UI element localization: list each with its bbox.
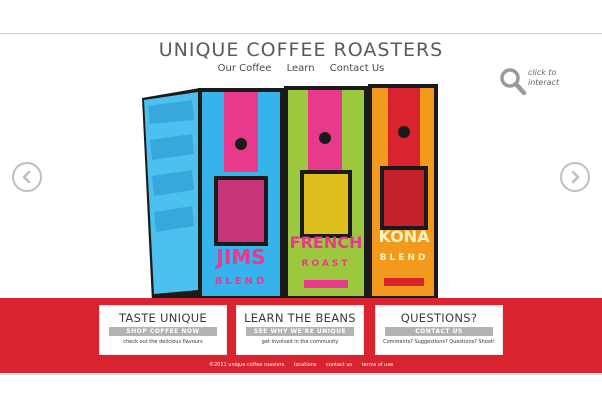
hero-product-image: JIMS BLEND FRENCH ROAST KONA BLEND (142, 84, 438, 302)
site-title: UNIQUE COFFEE ROASTERS (158, 39, 444, 61)
hint-line-1: click to (528, 68, 557, 77)
bottom-divider (0, 374, 602, 375)
carousel-next-button[interactable] (560, 162, 590, 192)
product-name-french: FRENCH (290, 233, 363, 252)
footer-link-contact[interactable]: contact us (326, 362, 352, 368)
kona-blend-box: KONA BLEND (368, 84, 438, 302)
nav-contact-us[interactable]: Contact Us (330, 63, 385, 74)
footer-link-terms[interactable]: terms of use (362, 362, 393, 368)
product-name-jims: JIMS (214, 245, 265, 269)
french-roast-box: FRENCH ROAST (284, 86, 368, 302)
product-sub-french: ROAST (302, 259, 351, 269)
card-subtitle: check out the delicious flavours (123, 339, 203, 345)
nav-learn[interactable]: Learn (287, 63, 315, 74)
card-title: TASTE UNIQUE (119, 311, 207, 325)
product-sub-kona: BLEND (380, 253, 429, 263)
footer-link-locations[interactable]: locations (294, 362, 316, 368)
card-subtitle: Comments? Suggestions? Questions? Shoot! (383, 339, 495, 345)
product-sub-jims: BLEND (215, 276, 268, 287)
hint-line-2: interact (528, 78, 560, 87)
top-divider (0, 33, 602, 34)
shop-coffee-button[interactable]: SHOP COFFEE NOW (109, 327, 217, 336)
chevron-right-icon (571, 170, 580, 184)
chevron-left-icon (22, 170, 31, 184)
product-name-kona: KONA (378, 227, 430, 246)
footer: ©2011 unique coffee roasters locations c… (0, 362, 602, 368)
jims-blend-box: JIMS BLEND (142, 88, 284, 302)
carousel-prev-button[interactable] (12, 162, 42, 192)
search-icon (500, 68, 527, 96)
card-learn-beans: LEARN THE BEANS SEE WHY WE'RE UNIQUE get… (236, 305, 364, 355)
zoom-hint[interactable]: click to interact (499, 67, 569, 97)
see-why-button[interactable]: SEE WHY WE'RE UNIQUE (246, 327, 354, 336)
card-taste-unique: TASTE UNIQUE SHOP COFFEE NOW check out t… (99, 305, 227, 355)
card-subtitle: get involved in the community (261, 339, 339, 345)
card-title: LEARN THE BEANS (244, 311, 356, 325)
footer-copyright: ©2011 unique coffee roasters (208, 362, 285, 368)
card-title: QUESTIONS? (400, 311, 478, 325)
nav-our-coffee[interactable]: Our Coffee (218, 63, 272, 74)
contact-us-button[interactable]: CONTACT US (385, 327, 493, 336)
card-questions: QUESTIONS? CONTACT US Comments? Suggesti… (375, 305, 503, 355)
